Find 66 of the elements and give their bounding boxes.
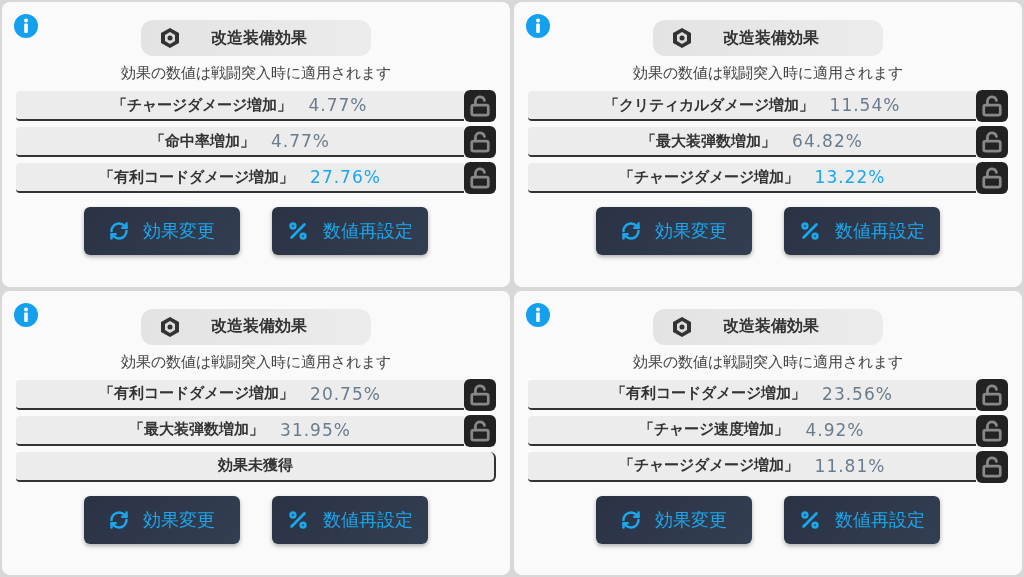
effect-value: 4.77% — [308, 95, 368, 115]
effect-value: 20.75% — [310, 383, 381, 404]
lock-button[interactable] — [464, 126, 496, 158]
effect-name: 「最大装弾数増加」 — [129, 420, 265, 439]
lock-button[interactable] — [976, 450, 1008, 483]
effect-name: 「チャージダメージ増加」 — [618, 167, 799, 187]
hexagon-icon — [159, 315, 181, 338]
change-effect-button[interactable]: 効果変更 — [84, 495, 240, 544]
effect-name: 「チャージダメージ増加」 — [112, 95, 293, 115]
lock-button[interactable] — [976, 162, 1008, 194]
reroll-value-button[interactable]: 数値再設定 — [784, 207, 940, 255]
lock-button[interactable] — [464, 378, 496, 411]
hexagon-icon — [671, 27, 693, 49]
refresh-icon — [109, 509, 129, 530]
reroll-value-button[interactable]: 数値再設定 — [272, 207, 428, 255]
panel-title: 改造装備効果 — [723, 316, 819, 337]
refresh-icon — [109, 221, 129, 241]
lock-button[interactable] — [976, 90, 1008, 122]
effect-value: 11.54% — [829, 95, 901, 115]
info-icon[interactable] — [14, 302, 38, 327]
percent-icon — [799, 508, 821, 531]
effect-value: 13.22% — [814, 167, 886, 187]
effect-name: 「チャージダメージ増加」 — [618, 456, 799, 475]
lock-button[interactable] — [464, 414, 496, 447]
effect-value: 27.76% — [310, 167, 381, 187]
refresh-icon — [621, 509, 641, 530]
lock-button[interactable] — [464, 162, 496, 194]
effect-value: 4.77% — [271, 131, 330, 151]
effect-name: 「有利コードダメージ増加」 — [99, 167, 295, 187]
info-icon[interactable] — [526, 302, 550, 327]
effect-name: 「有利コードダメージ増加」 — [611, 384, 807, 403]
hexagon-icon — [159, 27, 181, 49]
notice-text: 効果の数値は戦闘突入時に適用されます — [121, 352, 391, 372]
notice-text: 効果の数値は戦闘突入時に適用されます — [121, 64, 391, 83]
info-icon[interactable] — [14, 14, 38, 38]
panel-title: 改造装備効果 — [211, 316, 307, 337]
reroll-value-button[interactable]: 数値再設定 — [784, 495, 940, 544]
effect-value: 64.82% — [792, 131, 863, 151]
lock-button[interactable] — [976, 378, 1008, 411]
notice-text: 効果の数値は戦闘突入時に適用されます — [633, 352, 903, 372]
effect-value: 4.92% — [805, 419, 865, 440]
percent-icon — [799, 220, 821, 242]
reroll-value-button[interactable]: 数値再設定 — [272, 495, 428, 544]
lock-button[interactable] — [976, 126, 1008, 158]
empty-effect-bar: 効果未獲得 — [16, 451, 496, 482]
effect-name: 「有利コードダメージ増加」 — [99, 384, 295, 403]
effect-value: 31.95% — [280, 419, 351, 440]
effect-name: 「クリティカルダメージ増加」 — [603, 95, 814, 115]
lock-button[interactable] — [976, 414, 1008, 447]
info-icon[interactable] — [526, 14, 550, 38]
percent-icon — [287, 220, 309, 242]
notice-text: 効果の数値は戦闘突入時に適用されます — [633, 64, 903, 83]
percent-icon — [287, 508, 309, 531]
refresh-icon — [621, 221, 641, 241]
hexagon-icon — [671, 315, 693, 338]
panel-title: 改造装備効果 — [723, 27, 819, 49]
effect-value: 11.81% — [814, 455, 886, 476]
effect-name: 「チャージ速度増加」 — [639, 420, 790, 439]
change-effect-button[interactable]: 効果変更 — [596, 495, 752, 544]
effect-name: 「命中率増加」 — [150, 131, 255, 151]
change-effect-button[interactable]: 効果変更 — [596, 207, 752, 255]
change-effect-button[interactable]: 効果変更 — [84, 207, 240, 255]
effect-name: 「最大装弾数増加」 — [641, 131, 777, 151]
panel-title: 改造装備効果 — [211, 27, 307, 49]
lock-button[interactable] — [464, 90, 496, 122]
effect-value: 23.56% — [822, 383, 893, 404]
